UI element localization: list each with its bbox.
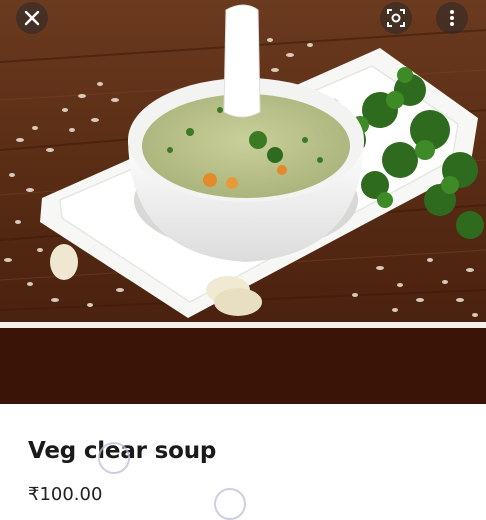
- lens-icon: [387, 9, 405, 27]
- more-vert-icon: [450, 10, 454, 26]
- touch-indicator: [98, 442, 130, 474]
- more-options-button[interactable]: [436, 2, 468, 34]
- item-price: ₹100.00: [28, 484, 103, 505]
- dish-photo: [0, 0, 486, 322]
- lens-button[interactable]: [380, 2, 412, 34]
- close-icon: [24, 10, 40, 26]
- touch-indicator: [214, 488, 246, 520]
- close-button[interactable]: [16, 2, 48, 34]
- brown-banner: [0, 328, 486, 404]
